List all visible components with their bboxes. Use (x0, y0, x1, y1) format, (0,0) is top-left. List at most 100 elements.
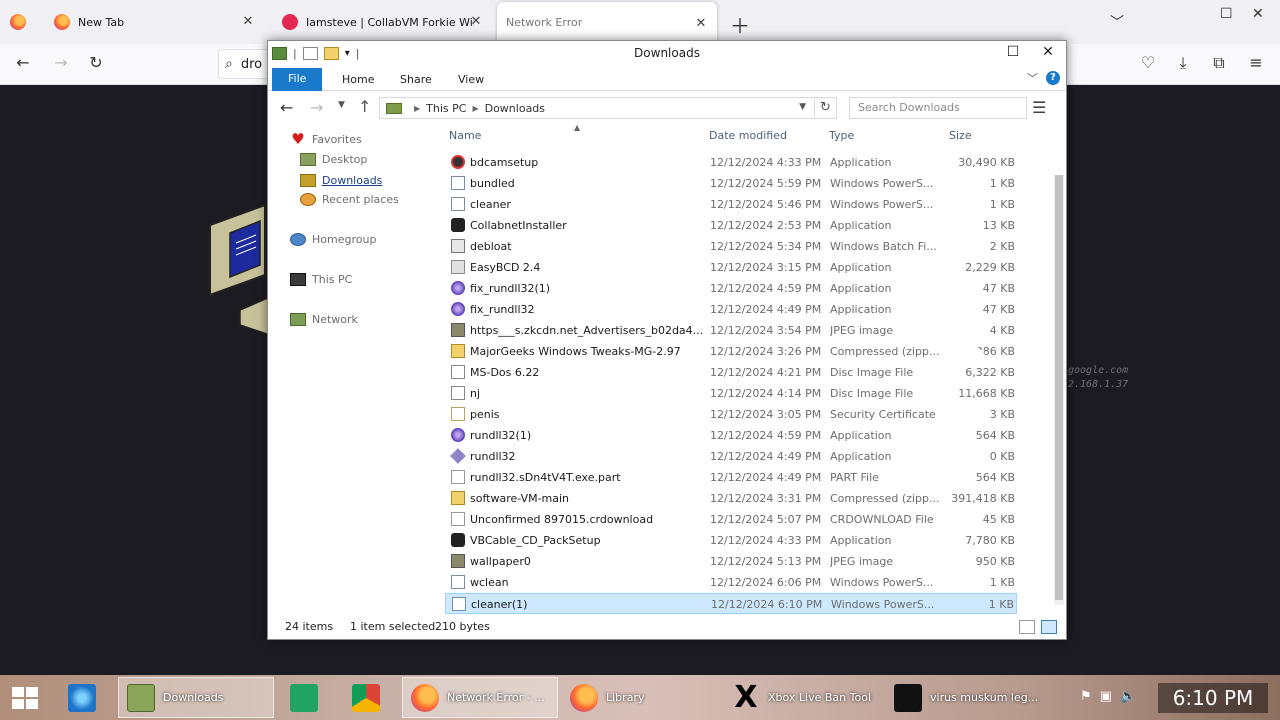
file-name: rundll32 (470, 450, 516, 463)
tab-network-error[interactable]: Network Error ✕ (497, 2, 717, 42)
tab-share[interactable]: Share (388, 69, 444, 91)
close-icon[interactable]: ✕ (240, 14, 256, 29)
breadcrumb-this-pc[interactable]: This PC (426, 102, 466, 115)
file-row[interactable]: MajorGeeks Windows Tweaks-MG-2.97 12/12/2… (445, 341, 1017, 362)
search-input[interactable]: Search Downloads (849, 97, 1027, 119)
network-tray-icon[interactable]: ▣ (1100, 689, 1112, 704)
virus-icon (894, 683, 922, 712)
forward-arrow-icon[interactable]: → (50, 53, 72, 72)
taskbar-downloads[interactable]: Downloads (118, 677, 274, 718)
file-row[interactable]: https___s.zkcdn.net_Advertisers_b02da4..… (445, 320, 1017, 341)
nav-favorites[interactable]: ♥ Favorites (290, 129, 361, 149)
download-icon[interactable]: ⤓ (1172, 53, 1194, 73)
file-row[interactable]: bdcamsetup 12/12/2024 4:33 PM Application 3… (445, 152, 1017, 173)
tab-view[interactable]: View (446, 69, 496, 91)
volume-icon[interactable]: 🔈 (1120, 689, 1136, 704)
chevron-down-icon[interactable]: ﹀ (1027, 70, 1038, 86)
file-row[interactable]: cleaner 12/12/2024 5:46 PM Windows PowerS.… (445, 194, 1017, 215)
taskbar-label: Downloads (163, 691, 224, 704)
chevron-down-icon[interactable]: ▼ (338, 100, 345, 110)
address-bar[interactable]: ▶ This PC ▶ Downloads ▼ ↻ (379, 97, 837, 119)
menu-icon[interactable]: ☰ (1032, 98, 1046, 117)
close-icon[interactable]: ✕ (693, 16, 709, 31)
this-pc-icon (290, 272, 306, 286)
file-date: 12/12/2024 4:14 PM (710, 387, 822, 400)
large-icons-view-icon[interactable] (1041, 620, 1057, 634)
back-arrow-icon[interactable]: ← (280, 98, 293, 117)
firefox-menu-tab[interactable] (10, 0, 30, 44)
close-icon[interactable]: ✕ (1038, 44, 1058, 60)
start-button-icon[interactable] (12, 687, 38, 709)
file-type: CRDOWNLOAD File (830, 513, 934, 526)
file-date: 12/12/2024 5:34 PM (710, 240, 822, 253)
taskbar-virus[interactable]: virus muskum leg... (886, 677, 1042, 718)
chevron-down-icon[interactable]: ﹀ (1110, 12, 1124, 32)
file-row[interactable]: MS-Dos 6.22 12/12/2024 4:21 PM Disc Image … (445, 362, 1017, 383)
column-header-type[interactable]: Type (829, 129, 854, 142)
file-row[interactable]: rundll32.sDn4tV4T.exe.part 12/12/2024 4:4… (445, 467, 1017, 488)
nav-downloads[interactable]: Downloads (300, 170, 382, 190)
file-row[interactable]: fix_rundll32 12/12/2024 4:49 PM Applicatio… (445, 299, 1017, 320)
installer-icon (451, 218, 465, 232)
vertical-scrollbar[interactable] (1054, 175, 1064, 605)
taskbar-xbox-ban-tool[interactable]: X Xbox Live Ban Tool (724, 677, 880, 718)
file-date: 12/12/2024 5:59 PM (710, 177, 822, 190)
file-row[interactable]: rundll32(1) 12/12/2024 4:59 PM Application… (445, 425, 1017, 446)
new-tab-plus-icon[interactable]: ＋ (730, 10, 750, 39)
nav-homegroup[interactable]: Homegroup (290, 229, 376, 249)
maximize-icon[interactable]: ☐ (1003, 44, 1023, 60)
tab-file[interactable]: File (272, 68, 323, 91)
file-row[interactable]: cleaner(1) 12/12/2024 6:10 PM Windows Powe… (445, 593, 1017, 614)
file-row[interactable]: penis 12/12/2024 3:05 PM Security Certific… (445, 404, 1017, 425)
clock[interactable]: 6:10 PM (1158, 683, 1268, 713)
tab-wiki[interactable]: Iamsteve | CollabVM Forkie Wiki | Fa ✕ (282, 0, 492, 44)
file-row[interactable]: rundll32 12/12/2024 4:49 PM Application 0 K… (445, 446, 1017, 467)
taskbar-chrome[interactable] (344, 677, 388, 718)
tab-home[interactable]: Home (330, 69, 386, 91)
up-arrow-icon[interactable]: ↑ (358, 97, 371, 116)
file-row[interactable]: debloat 12/12/2024 5:34 PM Windows Batch F… (445, 236, 1017, 257)
extensions-icon[interactable]: ⧉ (1208, 53, 1230, 73)
breadcrumb-downloads[interactable]: Downloads (485, 102, 545, 115)
column-header-size[interactable]: Size (949, 129, 972, 142)
chevron-down-icon[interactable]: ▼ (799, 102, 806, 112)
file-row[interactable]: software-VM-main 12/12/2024 3:31 PM Compre… (445, 488, 1017, 509)
column-header-date[interactable]: Date modified (709, 129, 787, 142)
column-header-name[interactable]: Name ▲ (449, 123, 580, 142)
file-row[interactable]: VBCable_CD_PackSetup 12/12/2024 4:33 PM Ap… (445, 530, 1017, 551)
file-row[interactable]: fix_rundll32(1) 12/12/2024 4:59 PM Applica… (445, 278, 1017, 299)
taskbar-library[interactable]: Library (562, 677, 718, 718)
close-icon[interactable]: ✕ (1252, 6, 1264, 22)
back-arrow-icon[interactable]: ← (12, 53, 34, 72)
file-type: Application (830, 429, 892, 442)
restore-icon[interactable]: ☐ (1220, 6, 1233, 22)
file-row[interactable]: bundled 12/12/2024 5:59 PM Windows PowerS.… (445, 173, 1017, 194)
nav-recent-places[interactable]: Recent places (300, 189, 399, 209)
file-date: 12/12/2024 6:06 PM (710, 576, 822, 589)
file-explorer-window: | ▾ | Downloads ☐ ✕ File Home Share View… (267, 40, 1067, 640)
file-row[interactable]: CollabnetInstaller 12/12/2024 2:53 PM Appl… (445, 215, 1017, 236)
forward-arrow-icon[interactable]: → (310, 98, 323, 117)
taskbar-ie[interactable] (60, 677, 104, 718)
nav-desktop[interactable]: Desktop (300, 149, 367, 169)
refresh-icon[interactable]: ↻ (814, 98, 836, 118)
close-icon[interactable]: ✕ (468, 14, 484, 29)
nav-this-pc[interactable]: This PC (290, 269, 352, 289)
taskbar-network-error[interactable]: Network Error - ... (402, 677, 558, 718)
file-row[interactable]: wallpaper0 12/12/2024 5:13 PM JPEG image 95… (445, 551, 1017, 572)
pocket-icon[interactable]: ♡ (1137, 53, 1159, 72)
file-date: 12/12/2024 4:49 PM (710, 450, 822, 463)
details-view-icon[interactable] (1019, 620, 1035, 634)
nav-network[interactable]: Network (290, 309, 358, 329)
file-row[interactable]: wclean 12/12/2024 6:06 PM Windows PowerS..… (445, 572, 1017, 593)
file-row[interactable]: nj 12/12/2024 4:14 PM Disc Image File 11,66… (445, 383, 1017, 404)
hamburger-menu-icon[interactable]: ≡ (1245, 53, 1267, 72)
flag-icon[interactable]: ⚑ (1080, 689, 1092, 704)
reload-icon[interactable]: ↻ (85, 53, 107, 72)
file-row[interactable]: Unconfirmed 897015.crdownload 12/12/2024 … (445, 509, 1017, 530)
tab-new-tab[interactable]: New Tab ✕ (54, 0, 264, 44)
file-row[interactable]: EasyBCD 2.4 12/12/2024 3:15 PM Application… (445, 257, 1017, 278)
scrollbar-thumb[interactable] (1055, 175, 1063, 600)
help-icon[interactable]: ? (1046, 71, 1060, 85)
taskbar-sheets[interactable] (282, 677, 326, 718)
